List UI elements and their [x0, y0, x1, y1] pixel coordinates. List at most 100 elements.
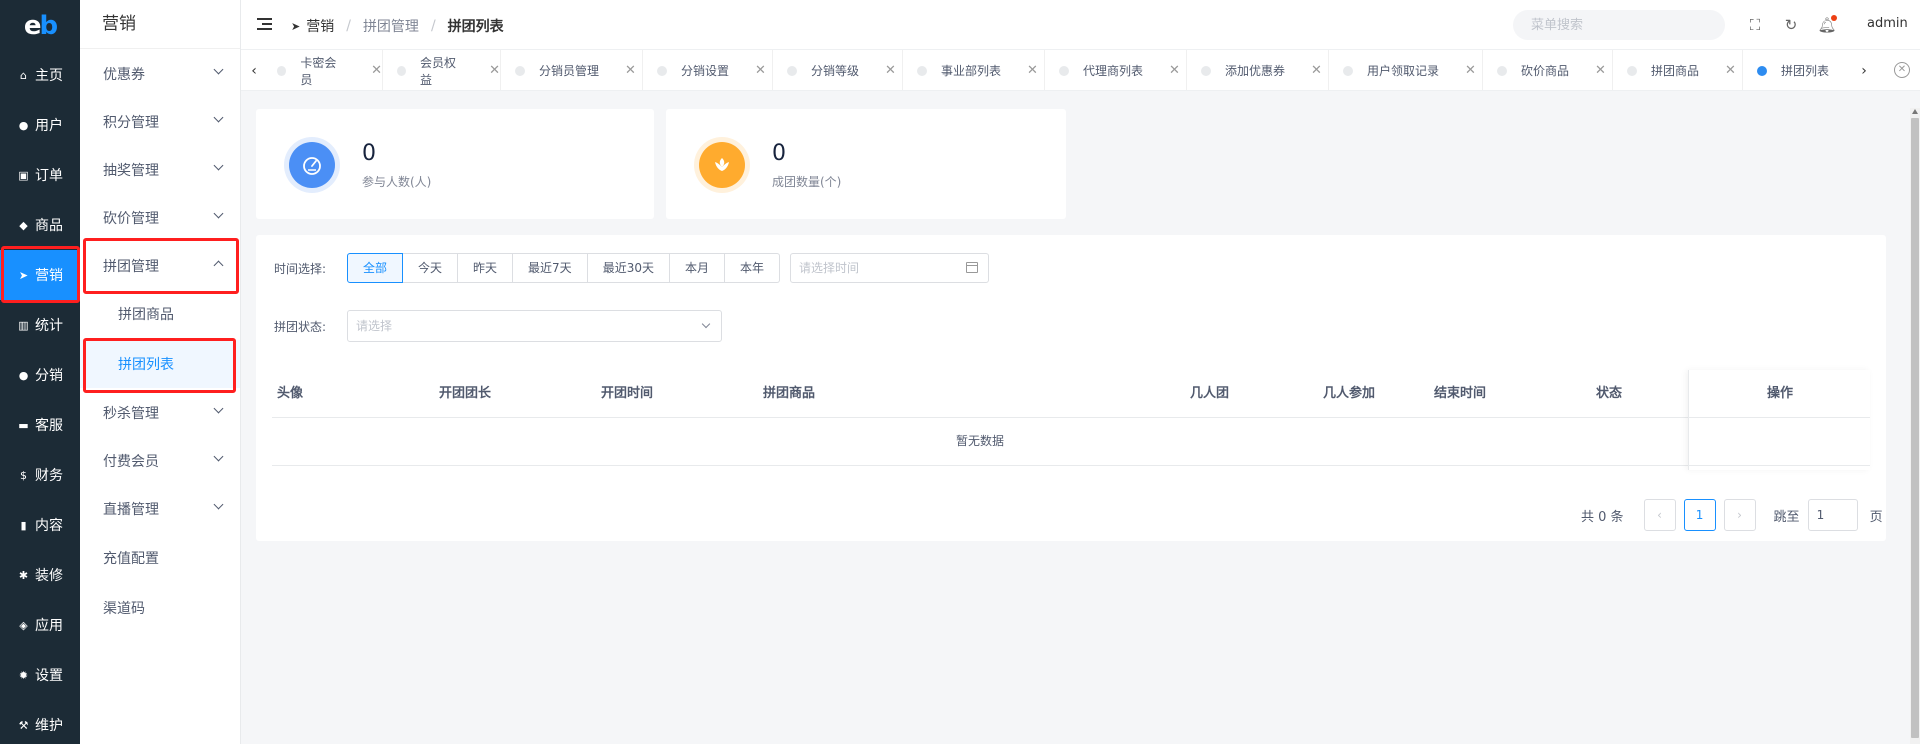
- app-logo[interactable]: eb: [0, 0, 80, 52]
- rail-item-label: 财务: [35, 468, 63, 484]
- chevron-down-icon: [213, 499, 224, 510]
- jump-page-input[interactable]: [1807, 499, 1858, 531]
- chevron-down-icon: [213, 160, 224, 171]
- rail-item-marketing[interactable]: ➤ 营销: [0, 250, 80, 300]
- bell-icon[interactable]: 🔔︎: [1817, 15, 1837, 35]
- close-icon[interactable]: ✕: [1027, 63, 1038, 78]
- tabs-scroll-left-icon[interactable]: ‹: [241, 50, 267, 90]
- submenu-item-flash-sale[interactable]: 秒杀管理: [80, 389, 240, 437]
- time-option-all[interactable]: 全部: [347, 253, 404, 283]
- stat-card-groups: 0 成团数量(个): [666, 109, 1066, 219]
- tab-distribution-level[interactable]: 分销等级 ✕: [773, 50, 903, 90]
- user-name[interactable]: admin: [1867, 16, 1908, 31]
- tab-agent-list[interactable]: 代理商列表 ✕: [1045, 50, 1187, 90]
- rail-item-order[interactable]: ▣ 订单: [0, 150, 80, 200]
- tab-member-rights[interactable]: 会员权益 ✕: [383, 50, 501, 90]
- rail-item-service[interactable]: ▬ 客服: [0, 400, 80, 450]
- rail-item-maintenance[interactable]: ⚒ 维护: [0, 700, 80, 744]
- close-icon[interactable]: ✕: [1725, 63, 1736, 78]
- close-icon[interactable]: ✕: [755, 63, 766, 78]
- tab-card-member[interactable]: 卡密会员 ✕: [267, 50, 383, 90]
- rail-item-apps[interactable]: ◈ 应用: [0, 600, 80, 650]
- submenu-item-paid-member[interactable]: 付费会员: [80, 437, 240, 485]
- close-all-tabs-icon[interactable]: ✕: [1894, 62, 1910, 78]
- submenu-item-group-products[interactable]: 拼团商品: [80, 290, 240, 338]
- refresh-icon[interactable]: ↻: [1781, 15, 1801, 35]
- tab-group-products[interactable]: 拼团商品 ✕: [1613, 50, 1743, 90]
- close-icon[interactable]: ✕: [489, 63, 500, 78]
- submenu-item-group-buy[interactable]: 拼团管理: [80, 242, 240, 290]
- submenu-item-coupon[interactable]: 优惠券: [80, 50, 240, 98]
- time-option-30days[interactable]: 最近30天: [587, 253, 670, 283]
- scroll-up-icon[interactable]: [1912, 109, 1918, 114]
- total-count: 共 0 条: [1581, 509, 1624, 525]
- logo-letter-e: e: [23, 11, 42, 41]
- tab-distribution-settings[interactable]: 分销设置 ✕: [643, 50, 773, 90]
- submenu-item-label: 抽奖管理: [103, 163, 159, 179]
- tools-icon: ✱: [18, 568, 29, 582]
- date-range-input[interactable]: [790, 253, 989, 283]
- close-icon[interactable]: ✕: [885, 63, 896, 78]
- close-icon[interactable]: ✕: [1595, 63, 1606, 78]
- time-option-year[interactable]: 本年: [724, 253, 780, 283]
- rail-item-content[interactable]: ▮ 内容: [0, 500, 80, 550]
- breadcrumb-parent[interactable]: 拼团管理: [363, 16, 419, 36]
- next-page-button[interactable]: ›: [1723, 499, 1756, 531]
- calendar-icon[interactable]: [966, 262, 978, 273]
- tab-add-coupon[interactable]: 添加优惠券 ✕: [1187, 50, 1329, 90]
- fullscreen-icon[interactable]: ⛶: [1745, 15, 1765, 35]
- rail-item-home[interactable]: ⌂ 主页: [0, 50, 80, 100]
- tab-distributor-manage[interactable]: 分销员管理 ✕: [501, 50, 643, 90]
- menu-fold-icon[interactable]: [257, 18, 272, 30]
- tab-label: 用户领取记录: [1367, 64, 1440, 78]
- close-icon[interactable]: ✕: [1311, 63, 1322, 78]
- time-option-today[interactable]: 今天: [403, 253, 459, 283]
- breadcrumb-root[interactable]: 营销: [306, 16, 334, 36]
- submenu-item-channel-code[interactable]: 渠道码: [80, 584, 240, 632]
- close-icon[interactable]: ✕: [1465, 63, 1476, 78]
- prev-page-button[interactable]: ‹: [1643, 499, 1676, 531]
- scrollbar-thumb[interactable]: [1911, 118, 1919, 738]
- column-header: 开团团长: [439, 386, 492, 401]
- rail-item-distribution[interactable]: ● 分销: [0, 350, 80, 400]
- rail-item-product[interactable]: ◆ 商品: [0, 200, 80, 250]
- chat-icon: ▬: [18, 418, 29, 432]
- page-scrollbar[interactable]: [1910, 108, 1920, 744]
- rail-item-user[interactable]: ● 用户: [0, 100, 80, 150]
- menu-search-input[interactable]: [1513, 10, 1725, 40]
- submenu-item-live[interactable]: 直播管理: [80, 485, 240, 533]
- time-option-yesterday[interactable]: 昨天: [458, 253, 514, 283]
- rail-item-decor[interactable]: ✱ 装修: [0, 550, 80, 600]
- rail-item-label: 设置: [35, 668, 63, 684]
- status-select[interactable]: 请选择: [347, 310, 722, 342]
- tab-user-claim-record[interactable]: 用户领取记录 ✕: [1329, 50, 1483, 90]
- time-option-month[interactable]: 本月: [669, 253, 725, 283]
- submenu-item-group-list[interactable]: 拼团列表: [80, 340, 240, 388]
- rail-item-settings[interactable]: ✹ 设置: [0, 650, 80, 700]
- column-header: 几人团: [1190, 386, 1230, 401]
- tab-group-list[interactable]: 拼团列表: [1743, 50, 1851, 90]
- chevron-down-icon: [701, 319, 711, 329]
- close-icon[interactable]: ✕: [625, 63, 636, 78]
- rail-item-finance[interactable]: $ 财务: [0, 450, 80, 500]
- submenu-item-lottery[interactable]: 抽奖管理: [80, 146, 240, 194]
- submenu-item-points[interactable]: 积分管理: [80, 98, 240, 146]
- rail-item-stats[interactable]: ▥ 统计: [0, 300, 80, 350]
- jump-label: 跳至: [1773, 509, 1800, 525]
- gear-icon: ✹: [18, 668, 29, 682]
- close-icon[interactable]: ✕: [1169, 63, 1180, 78]
- submenu-item-recharge[interactable]: 充值配置: [80, 534, 240, 582]
- main-content: 0 参与人数(人) 0 成团数量(个) 时间选择: 全部 今天 昨天 最近7天 …: [241, 91, 1920, 744]
- submenu-item-bargain[interactable]: 砍价管理: [80, 194, 240, 242]
- page-number[interactable]: 1: [1683, 499, 1716, 531]
- close-icon[interactable]: ✕: [371, 63, 382, 78]
- tab-bargain-products[interactable]: 砍价商品 ✕: [1483, 50, 1613, 90]
- time-option-7days[interactable]: 最近7天: [513, 253, 588, 283]
- tab-dot: [1201, 65, 1211, 76]
- tab-dot: [515, 65, 525, 76]
- group-icon: ●: [18, 368, 29, 382]
- rail-item-label: 用户: [35, 118, 63, 134]
- tabs-scroll-right-icon[interactable]: ›: [1851, 50, 1877, 90]
- tab-division-list[interactable]: 事业部列表 ✕: [903, 50, 1045, 90]
- bag-icon: ◆: [19, 218, 28, 232]
